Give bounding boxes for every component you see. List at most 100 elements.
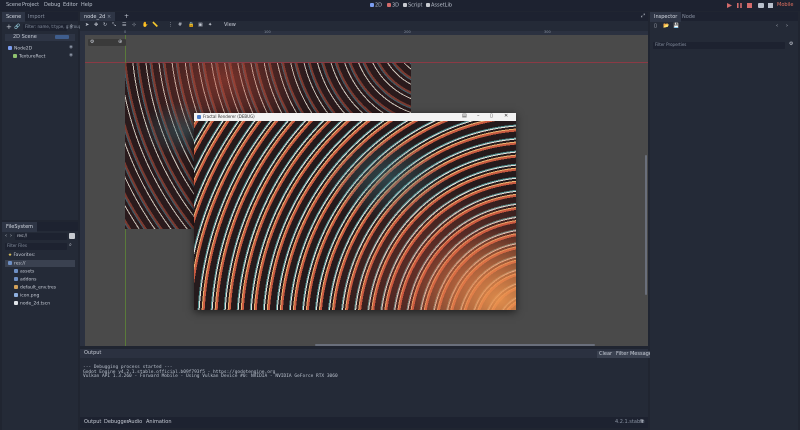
tab-inspector[interactable]: Inspector <box>650 12 682 22</box>
viewport-menu: ⚙ ⊕ <box>88 39 126 46</box>
history-back-icon[interactable]: ‹ <box>776 24 778 29</box>
workspace-3d[interactable]: 3D <box>387 3 399 9</box>
link-icon[interactable]: 🔗 <box>14 25 20 30</box>
lock-icon[interactable]: 🔒 <box>188 23 194 28</box>
filesystem-tabs: FileSystem <box>2 222 78 232</box>
menu-help[interactable]: Help <box>81 3 92 8</box>
log-line: Vulkan API 1.3.260 - Forward Mobile - Us… <box>83 374 338 379</box>
script-workspace-icon <box>403 3 407 7</box>
forward-icon[interactable]: › <box>10 234 12 239</box>
viewport-options-icon[interactable]: ⚙ <box>90 40 94 45</box>
move-tool-icon[interactable]: ✥ <box>94 23 98 28</box>
bottom-panel-tabs: Output Debugger Audio Animation 4.2.1.st… <box>80 417 648 428</box>
close-icon[interactable]: ✕ <box>504 114 508 119</box>
path-field[interactable]: res:// <box>15 233 67 240</box>
image-icon <box>14 293 18 297</box>
scale-tool-icon[interactable]: ⤡ <box>112 23 116 28</box>
snap-icon[interactable]: ⋮ <box>168 23 173 28</box>
select-tool-icon[interactable]: ➤ <box>85 23 89 28</box>
3d-workspace-icon <box>387 3 391 7</box>
back-icon[interactable]: ‹ <box>5 234 7 239</box>
visibility-icon[interactable]: ◉ <box>69 45 73 51</box>
node2d-icon <box>8 46 12 50</box>
viewport-horizontal-scrollbar[interactable] <box>315 344 595 346</box>
new-resource-icon[interactable]: ▯ <box>654 24 657 29</box>
tab-scene[interactable]: Scene <box>2 12 26 22</box>
tree-node2d[interactable]: Node2D ◉ <box>5 45 75 52</box>
tab-filesystem[interactable]: FileSystem <box>2 222 38 232</box>
file-item[interactable]: addons <box>5 276 75 283</box>
menu-debug[interactable]: Debug <box>44 3 60 8</box>
output-header: Output Clear Filter Messages <box>80 349 657 358</box>
pan-tool-icon[interactable]: ✋ <box>142 23 148 28</box>
inspector-tabs: Inspector Node <box>650 12 798 22</box>
bone-icon[interactable]: ✦ <box>208 23 212 28</box>
inspector-options-icon[interactable]: ⚙ <box>789 42 793 47</box>
tab-debugger[interactable]: Debugger <box>104 420 129 425</box>
maximize-icon[interactable]: ▯ <box>490 114 493 119</box>
renderer-select[interactable]: Mobile <box>777 3 793 8</box>
file-item[interactable]: node_2d.tscn <box>5 300 75 307</box>
pause-icon[interactable] <box>737 3 742 8</box>
play-icon[interactable] <box>727 3 732 8</box>
node-button-2d-scene[interactable]: 2D Scene <box>13 35 37 40</box>
tab-import[interactable]: Import <box>24 12 49 22</box>
scene-toggle-button[interactable] <box>55 35 69 39</box>
pivot-tool-icon[interactable]: ⊹ <box>132 23 136 28</box>
ruler-tool-icon[interactable]: 📏 <box>152 23 158 28</box>
2d-workspace-icon <box>370 3 374 7</box>
tree-texturerect[interactable]: TextureRect ◉ <box>5 53 75 60</box>
viewport-vertical-scrollbar[interactable] <box>645 155 647 295</box>
file-item[interactable]: default_env.tres <box>5 284 75 291</box>
view-menu[interactable]: View <box>224 23 236 28</box>
save-resource-icon[interactable]: 💾 <box>673 24 679 29</box>
file-item[interactable]: res:// <box>5 260 75 267</box>
split-view-icon[interactable] <box>69 233 75 239</box>
rotate-tool-icon[interactable]: ↻ <box>103 23 107 28</box>
game-window[interactable]: Fractal Renderer (DEBUG) ▤ – ▯ ✕ <box>194 113 516 310</box>
group-icon[interactable]: ▣ <box>198 23 203 28</box>
stop-icon[interactable] <box>747 3 752 8</box>
game-window-titlebar[interactable]: Fractal Renderer (DEBUG) ▤ – ▯ ✕ <box>194 113 516 121</box>
menu-scene[interactable]: Scene <box>6 3 21 8</box>
search-icon[interactable]: ⌕ <box>69 243 72 248</box>
star-icon: ★ <box>8 253 13 258</box>
texturerect-icon <box>13 54 17 58</box>
visibility-icon[interactable]: ◉ <box>69 53 73 59</box>
favorites-item[interactable]: ★ Favorites: <box>5 253 75 260</box>
file-item[interactable]: icon.png <box>5 292 75 299</box>
list-select-icon[interactable]: ☰ <box>122 23 126 28</box>
movie-icon[interactable] <box>758 3 764 8</box>
tab-audio[interactable]: Audio <box>128 420 142 425</box>
inspector-filter-field[interactable]: Filter Properties <box>653 42 785 49</box>
search-icon[interactable]: ⌕ <box>70 24 73 29</box>
menu-project[interactable]: Project <box>22 3 39 8</box>
add-scene-tab-icon[interactable]: + <box>124 14 129 20</box>
expand-bottom-panel-icon[interactable]: ⇈ <box>640 420 644 425</box>
tab-output[interactable]: Output <box>84 420 101 425</box>
tab-node[interactable]: Node <box>678 12 699 22</box>
workspace-2d[interactable]: 2D <box>370 3 382 9</box>
game-window-title: Fractal Renderer (DEBUG) <box>203 114 255 119</box>
clear-button[interactable]: Clear <box>597 351 615 358</box>
file-item[interactable]: assets <box>5 268 75 275</box>
tab-animation[interactable]: Animation <box>146 420 172 425</box>
scene-dock-tabs: Scene Import <box>2 12 78 22</box>
play-scene-icon[interactable] <box>768 3 773 8</box>
output-title: Output <box>84 350 102 356</box>
grid-icon[interactable]: # <box>178 23 182 28</box>
workspace-assetlib[interactable]: AssetLib <box>426 3 452 9</box>
distraction-free-icon[interactable]: ⤢ <box>641 14 645 19</box>
history-forward-icon[interactable]: › <box>786 24 788 29</box>
menu-editor[interactable]: Editor <box>63 3 78 8</box>
files-filter-field[interactable]: Filter Files <box>5 243 67 250</box>
scene-filter-field[interactable]: Filter: name, t:type, g:group <box>23 24 81 31</box>
workspace-script[interactable]: Script <box>403 3 423 9</box>
resource-icon <box>14 285 18 289</box>
load-resource-icon[interactable]: 📂 <box>663 24 669 29</box>
inspector-dock: Inspector Node ▯ 📂 💾 ‹ › Filter Properti… <box>650 12 798 430</box>
window-settings-icon[interactable]: ▤ <box>462 114 467 119</box>
zoom-reset-icon[interactable]: ⊕ <box>118 40 122 45</box>
minimize-icon[interactable]: – <box>477 114 480 119</box>
add-node-icon[interactable]: + <box>6 24 12 31</box>
